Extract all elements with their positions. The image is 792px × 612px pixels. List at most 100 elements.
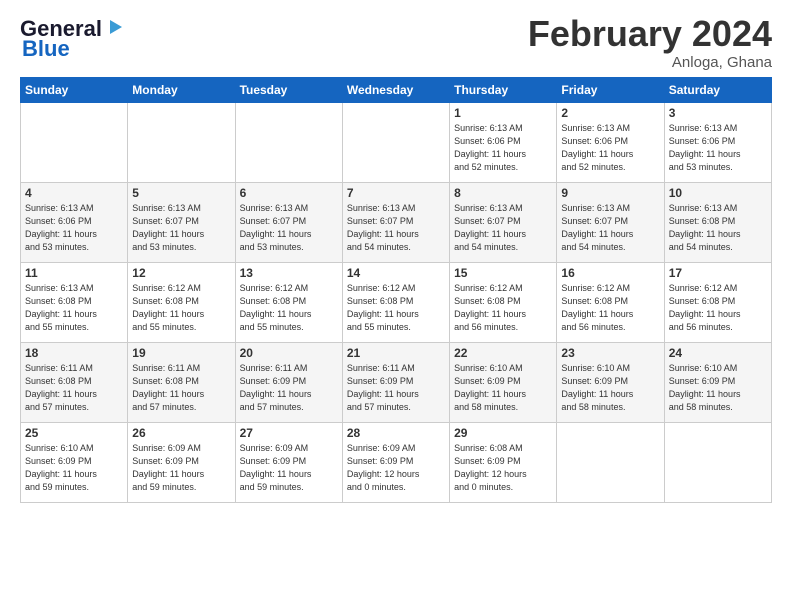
table-row: 12 Sunrise: 6:12 AM Sunset: 6:08 PM Dayli… bbox=[128, 263, 235, 343]
day-number: 27 bbox=[240, 426, 338, 440]
day-info: Sunrise: 6:11 AM Sunset: 6:09 PM Dayligh… bbox=[347, 362, 445, 414]
day-number: 20 bbox=[240, 346, 338, 360]
table-row: 5Sunrise: 6:13 AM Sunset: 6:07 PM Daylig… bbox=[128, 183, 235, 263]
day-number: 10 bbox=[669, 186, 767, 200]
day-info: Sunrise: 6:10 AM Sunset: 6:09 PM Dayligh… bbox=[561, 362, 659, 414]
day-info: Sunrise: 6:11 AM Sunset: 6:08 PM Dayligh… bbox=[25, 362, 123, 414]
col-saturday: Saturday bbox=[664, 78, 771, 103]
day-info: Sunrise: 6:13 AM Sunset: 6:07 PM Dayligh… bbox=[347, 202, 445, 254]
table-row: 8 Sunrise: 6:13 AM Sunset: 6:07 PM Daylig… bbox=[450, 183, 557, 263]
table-row: 2 Sunrise: 6:13 AM Sunset: 6:06 PM Daylig… bbox=[557, 103, 664, 183]
day-number: 19 bbox=[132, 346, 230, 360]
table-row: 19 Sunrise: 6:11 AM Sunset: 6:08 PM Dayli… bbox=[128, 343, 235, 423]
table-row: 13 Sunrise: 6:12 AM Sunset: 6:08 PM Dayli… bbox=[235, 263, 342, 343]
day-info: Sunrise: 6:13 AM Sunset: 6:06 PM Dayligh… bbox=[561, 122, 659, 174]
day-info: Sunrise: 6:08 AM Sunset: 6:09 PM Dayligh… bbox=[454, 442, 552, 494]
col-tuesday: Tuesday bbox=[235, 78, 342, 103]
day-number: 21 bbox=[347, 346, 445, 360]
day-info: Sunrise: 6:13 AM Sunset: 6:06 PM Dayligh… bbox=[669, 122, 767, 174]
table-row: 28 Sunrise: 6:09 AM Sunset: 6:09 PM Dayli… bbox=[342, 423, 449, 503]
table-row: 10Sunrise: 6:13 AM Sunset: 6:08 PM Dayli… bbox=[664, 183, 771, 263]
table-row: 9 Sunrise: 6:13 AM Sunset: 6:07 PM Daylig… bbox=[557, 183, 664, 263]
table-row: 7 Sunrise: 6:13 AM Sunset: 6:07 PM Daylig… bbox=[342, 183, 449, 263]
day-number: 1 bbox=[454, 106, 552, 120]
day-number: 15 bbox=[454, 266, 552, 280]
month-title: February 2024 bbox=[528, 16, 772, 52]
logo-blue: Blue bbox=[22, 36, 70, 62]
table-row bbox=[21, 103, 128, 183]
day-number: 9 bbox=[561, 186, 659, 200]
day-info: Sunrise: 6:12 AM Sunset: 6:08 PM Dayligh… bbox=[240, 282, 338, 334]
day-number: 7 bbox=[347, 186, 445, 200]
day-info: Sunrise: 6:11 AM Sunset: 6:08 PM Dayligh… bbox=[132, 362, 230, 414]
day-info: Sunrise: 6:09 AM Sunset: 6:09 PM Dayligh… bbox=[132, 442, 230, 494]
day-info: Sunrise: 6:10 AM Sunset: 6:09 PM Dayligh… bbox=[669, 362, 767, 414]
table-row: 27Sunrise: 6:09 AM Sunset: 6:09 PM Dayli… bbox=[235, 423, 342, 503]
day-number: 2 bbox=[561, 106, 659, 120]
day-number: 29 bbox=[454, 426, 552, 440]
col-sunday: Sunday bbox=[21, 78, 128, 103]
col-thursday: Thursday bbox=[450, 78, 557, 103]
table-row: 18 Sunrise: 6:11 AM Sunset: 6:08 PM Dayli… bbox=[21, 343, 128, 423]
day-info: Sunrise: 6:13 AM Sunset: 6:07 PM Dayligh… bbox=[561, 202, 659, 254]
day-number: 17 bbox=[669, 266, 767, 280]
day-number: 16 bbox=[561, 266, 659, 280]
table-row: 11 Sunrise: 6:13 AM Sunset: 6:08 PM Dayli… bbox=[21, 263, 128, 343]
day-number: 13 bbox=[240, 266, 338, 280]
table-row: 6 Sunrise: 6:13 AM Sunset: 6:07 PM Daylig… bbox=[235, 183, 342, 263]
table-row bbox=[557, 423, 664, 503]
day-number: 28 bbox=[347, 426, 445, 440]
table-row: 3 Sunrise: 6:13 AM Sunset: 6:06 PM Daylig… bbox=[664, 103, 771, 183]
table-row: 23 Sunrise: 6:10 AM Sunset: 6:09 PM Dayli… bbox=[557, 343, 664, 423]
day-number: 12 bbox=[132, 266, 230, 280]
day-info: Sunrise: 6:13 AM Sunset: 6:07 PM Dayligh… bbox=[240, 202, 338, 254]
day-info: Sunrise: 6:13 AM Sunset: 6:06 PM Dayligh… bbox=[454, 122, 552, 174]
day-number: 23 bbox=[561, 346, 659, 360]
title-block: February 2024 Anloga, Ghana bbox=[528, 16, 772, 71]
table-row: 20 Sunrise: 6:11 AM Sunset: 6:09 PM Dayli… bbox=[235, 343, 342, 423]
day-info: Sunrise: 6:10 AM Sunset: 6:09 PM Dayligh… bbox=[25, 442, 123, 494]
day-info: Sunrise: 6:13 AM Sunset: 6:07 PM Dayligh… bbox=[132, 202, 230, 254]
table-row: 26 Sunrise: 6:09 AM Sunset: 6:09 PM Dayli… bbox=[128, 423, 235, 503]
calendar-table: Sunday Monday Tuesday Wednesday Thursday… bbox=[20, 77, 772, 503]
table-row: 15 Sunrise: 6:12 AM Sunset: 6:08 PM Dayli… bbox=[450, 263, 557, 343]
table-row: 25 Sunrise: 6:10 AM Sunset: 6:09 PM Dayli… bbox=[21, 423, 128, 503]
day-number: 3 bbox=[669, 106, 767, 120]
logo: General Blue bbox=[20, 16, 126, 62]
page-header: General Blue February 2024 Anloga, Ghana bbox=[20, 16, 772, 71]
day-info: Sunrise: 6:13 AM Sunset: 6:08 PM Dayligh… bbox=[25, 282, 123, 334]
day-number: 26 bbox=[132, 426, 230, 440]
day-info: Sunrise: 6:12 AM Sunset: 6:08 PM Dayligh… bbox=[454, 282, 552, 334]
day-number: 4 bbox=[25, 186, 123, 200]
day-number: 14 bbox=[347, 266, 445, 280]
table-row: 29 Sunrise: 6:08 AM Sunset: 6:09 PM Dayli… bbox=[450, 423, 557, 503]
day-number: 22 bbox=[454, 346, 552, 360]
table-row bbox=[235, 103, 342, 183]
day-info: Sunrise: 6:11 AM Sunset: 6:09 PM Dayligh… bbox=[240, 362, 338, 414]
table-row: 24Sunrise: 6:10 AM Sunset: 6:09 PM Dayli… bbox=[664, 343, 771, 423]
table-row: 14 Sunrise: 6:12 AM Sunset: 6:08 PM Dayli… bbox=[342, 263, 449, 343]
col-monday: Monday bbox=[128, 78, 235, 103]
day-info: Sunrise: 6:13 AM Sunset: 6:07 PM Dayligh… bbox=[454, 202, 552, 254]
day-info: Sunrise: 6:10 AM Sunset: 6:09 PM Dayligh… bbox=[454, 362, 552, 414]
table-row: 4Sunrise: 6:13 AM Sunset: 6:06 PM Daylig… bbox=[21, 183, 128, 263]
table-row: 21 Sunrise: 6:11 AM Sunset: 6:09 PM Dayli… bbox=[342, 343, 449, 423]
col-wednesday: Wednesday bbox=[342, 78, 449, 103]
table-row: 1 Sunrise: 6:13 AM Sunset: 6:06 PM Daylig… bbox=[450, 103, 557, 183]
table-row bbox=[128, 103, 235, 183]
day-info: Sunrise: 6:12 AM Sunset: 6:08 PM Dayligh… bbox=[347, 282, 445, 334]
table-row: 16Sunrise: 6:12 AM Sunset: 6:08 PM Dayli… bbox=[557, 263, 664, 343]
table-row bbox=[664, 423, 771, 503]
day-number: 8 bbox=[454, 186, 552, 200]
day-number: 11 bbox=[25, 266, 123, 280]
table-row bbox=[342, 103, 449, 183]
day-info: Sunrise: 6:09 AM Sunset: 6:09 PM Dayligh… bbox=[347, 442, 445, 494]
location: Anloga, Ghana bbox=[528, 54, 772, 71]
logo-icon bbox=[104, 16, 126, 38]
day-number: 25 bbox=[25, 426, 123, 440]
day-number: 6 bbox=[240, 186, 338, 200]
day-info: Sunrise: 6:12 AM Sunset: 6:08 PM Dayligh… bbox=[132, 282, 230, 334]
col-friday: Friday bbox=[557, 78, 664, 103]
header-row: Sunday Monday Tuesday Wednesday Thursday… bbox=[21, 78, 772, 103]
day-number: 18 bbox=[25, 346, 123, 360]
